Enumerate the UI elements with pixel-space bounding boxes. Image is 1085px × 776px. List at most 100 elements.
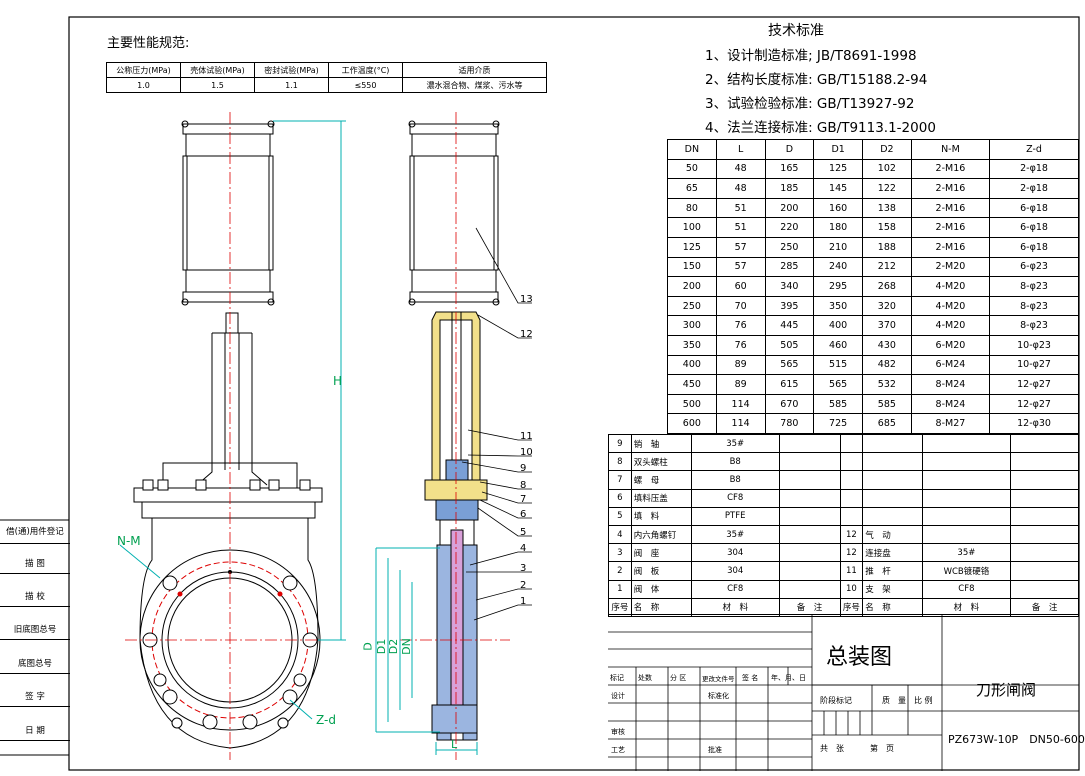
dim-cell: 12-φ27: [989, 374, 1079, 395]
perf-header: 壳体试验(MPa): [180, 62, 255, 78]
dim-cell: 2-φ18: [989, 178, 1079, 199]
parts-cell: 5: [608, 506, 632, 526]
dim-cell: 395: [764, 295, 815, 317]
parts-cell: [862, 488, 923, 508]
parts-cell: CF8: [690, 488, 780, 508]
dim-cell: 89: [715, 354, 766, 376]
callout-number: 11: [520, 431, 533, 442]
stage-label: 阶段标记: [820, 696, 852, 705]
dim-row: 80 51 200 160 138 2-M16 6-φ18: [667, 197, 1079, 219]
rev-label: 处数: [638, 674, 652, 682]
dim-cell: 430: [862, 334, 912, 356]
dim-cell: 780: [764, 413, 815, 434]
parts-cell: CF8: [921, 579, 1012, 599]
rev-label: 年、月、日: [771, 674, 806, 682]
dim-label-NM: N-M: [117, 534, 141, 548]
dim-cell: 100: [667, 217, 717, 238]
parts-cell: 1: [608, 579, 632, 599]
dim-row: 150 57 285 240 212 2-M20 6-φ23: [667, 256, 1079, 278]
parts-cell: 阀 板: [630, 561, 692, 581]
dim-cell: 76: [715, 334, 766, 356]
parts-cell: 销 轴: [630, 433, 692, 454]
dim-cell: 6-φ18: [989, 217, 1079, 238]
dim-header-cell: D: [764, 139, 815, 160]
dim-cell: 8-M27: [910, 413, 991, 434]
parts-cell: B8: [690, 470, 780, 490]
parts-cell: [862, 433, 923, 454]
dim-header-cell: D2: [862, 139, 912, 160]
parts-cell: 10: [839, 579, 864, 599]
dim-cell: 8-φ23: [989, 295, 1079, 317]
tech-item: 3、试验检验标准: GB/T13927-92: [705, 96, 915, 112]
perf-cell: 1.5: [180, 77, 255, 93]
parts-cell: [862, 452, 923, 472]
dim-row: 450 89 615 565 532 8-M24 12-φ27: [667, 374, 1079, 395]
dim-cell: 57: [715, 236, 766, 258]
rev-label: 标记: [610, 674, 624, 682]
rev-label: 签 名: [742, 674, 759, 682]
dim-cell: 600: [667, 413, 717, 434]
dim-cell: 102: [862, 158, 912, 180]
callout-number: 6: [520, 509, 527, 520]
parts-cell: 35#: [690, 524, 780, 545]
tech-item: 4、法兰连接标准: GB/T9113.1-2000: [705, 120, 936, 136]
dim-label-Zd: Z-d: [316, 713, 336, 727]
side-cell-4: 底图总号: [0, 655, 70, 674]
parts-cell: 12: [839, 524, 864, 545]
dim-cell: 150: [667, 256, 717, 278]
parts-cell: [862, 506, 923, 526]
side-cell-6: 日 期: [0, 722, 70, 741]
parts-cell: 6: [608, 488, 632, 508]
dim-label-D: D: [361, 642, 375, 651]
parts-cell: 推 杆: [862, 561, 923, 581]
perf-header: 工作温度(°C): [328, 62, 403, 78]
parts-cell: 9: [608, 433, 632, 454]
parts-cell: [1010, 543, 1079, 563]
parts-cell: [778, 433, 841, 454]
dim-cell: 114: [715, 393, 766, 415]
dim-cell: 350: [667, 334, 717, 356]
parts-cell: CF8: [690, 579, 780, 599]
dim-cell: 450: [667, 374, 717, 395]
model-number: PZ673W-10P DN50-600: [948, 733, 1085, 746]
parts-cell: 连接盘: [862, 543, 923, 563]
dim-cell: 51: [715, 197, 766, 219]
dim-cell: 57: [715, 256, 766, 278]
parts-row: 7螺 母 B8: [608, 470, 1079, 490]
side-cell-3: 旧底图总号: [0, 621, 70, 640]
parts-cell: 35#: [690, 433, 780, 454]
parts-row: 9销 轴 35#: [608, 433, 1079, 454]
parts-cell: 双头螺柱: [630, 452, 692, 472]
parts-cell: 阀 体: [630, 579, 692, 599]
parts-cell: [921, 524, 1012, 545]
tech-item: 2、结构长度标准: GB/T15188.2-94: [705, 72, 928, 88]
side-cell-5: 签 字: [0, 688, 70, 707]
perf-cell: 1.1: [254, 77, 329, 93]
dim-cell: 670: [764, 393, 815, 415]
drawing-name: 总装图: [826, 645, 893, 670]
dim-cell: 200: [764, 197, 815, 219]
parts-cell: [778, 561, 841, 581]
parts-cell: [1010, 524, 1079, 545]
callout-number: 12: [520, 329, 533, 340]
parts-row: 5填 料 PTFE: [608, 506, 1079, 526]
dim-cell: 685: [862, 413, 912, 434]
callout-number: 10: [520, 447, 533, 458]
dim-cell: 505: [764, 334, 815, 356]
perf-header: 适用介质: [402, 62, 547, 78]
parts-row: 8 双头螺柱 B8: [608, 452, 1079, 472]
sheet-label: 共 张: [820, 744, 844, 753]
parts-cell: [778, 488, 841, 508]
dim-cell: 460: [813, 334, 863, 356]
parts-cell: [921, 470, 1012, 490]
parts-cell: [839, 470, 864, 490]
dim-row: 50 48 165 125 102 2-M16 2-φ18: [667, 158, 1079, 180]
dim-cell: 122: [862, 178, 912, 199]
parts-cell: 4: [608, 524, 632, 545]
parts-cell: 3: [608, 543, 632, 563]
dim-row: 250 70 395 350 320 4-M20 8-φ23: [667, 295, 1079, 317]
dim-cell: 165: [764, 158, 815, 180]
dim-cell: 482: [862, 354, 912, 376]
dim-cell: 300: [667, 315, 717, 336]
dim-cell: 285: [764, 256, 815, 278]
